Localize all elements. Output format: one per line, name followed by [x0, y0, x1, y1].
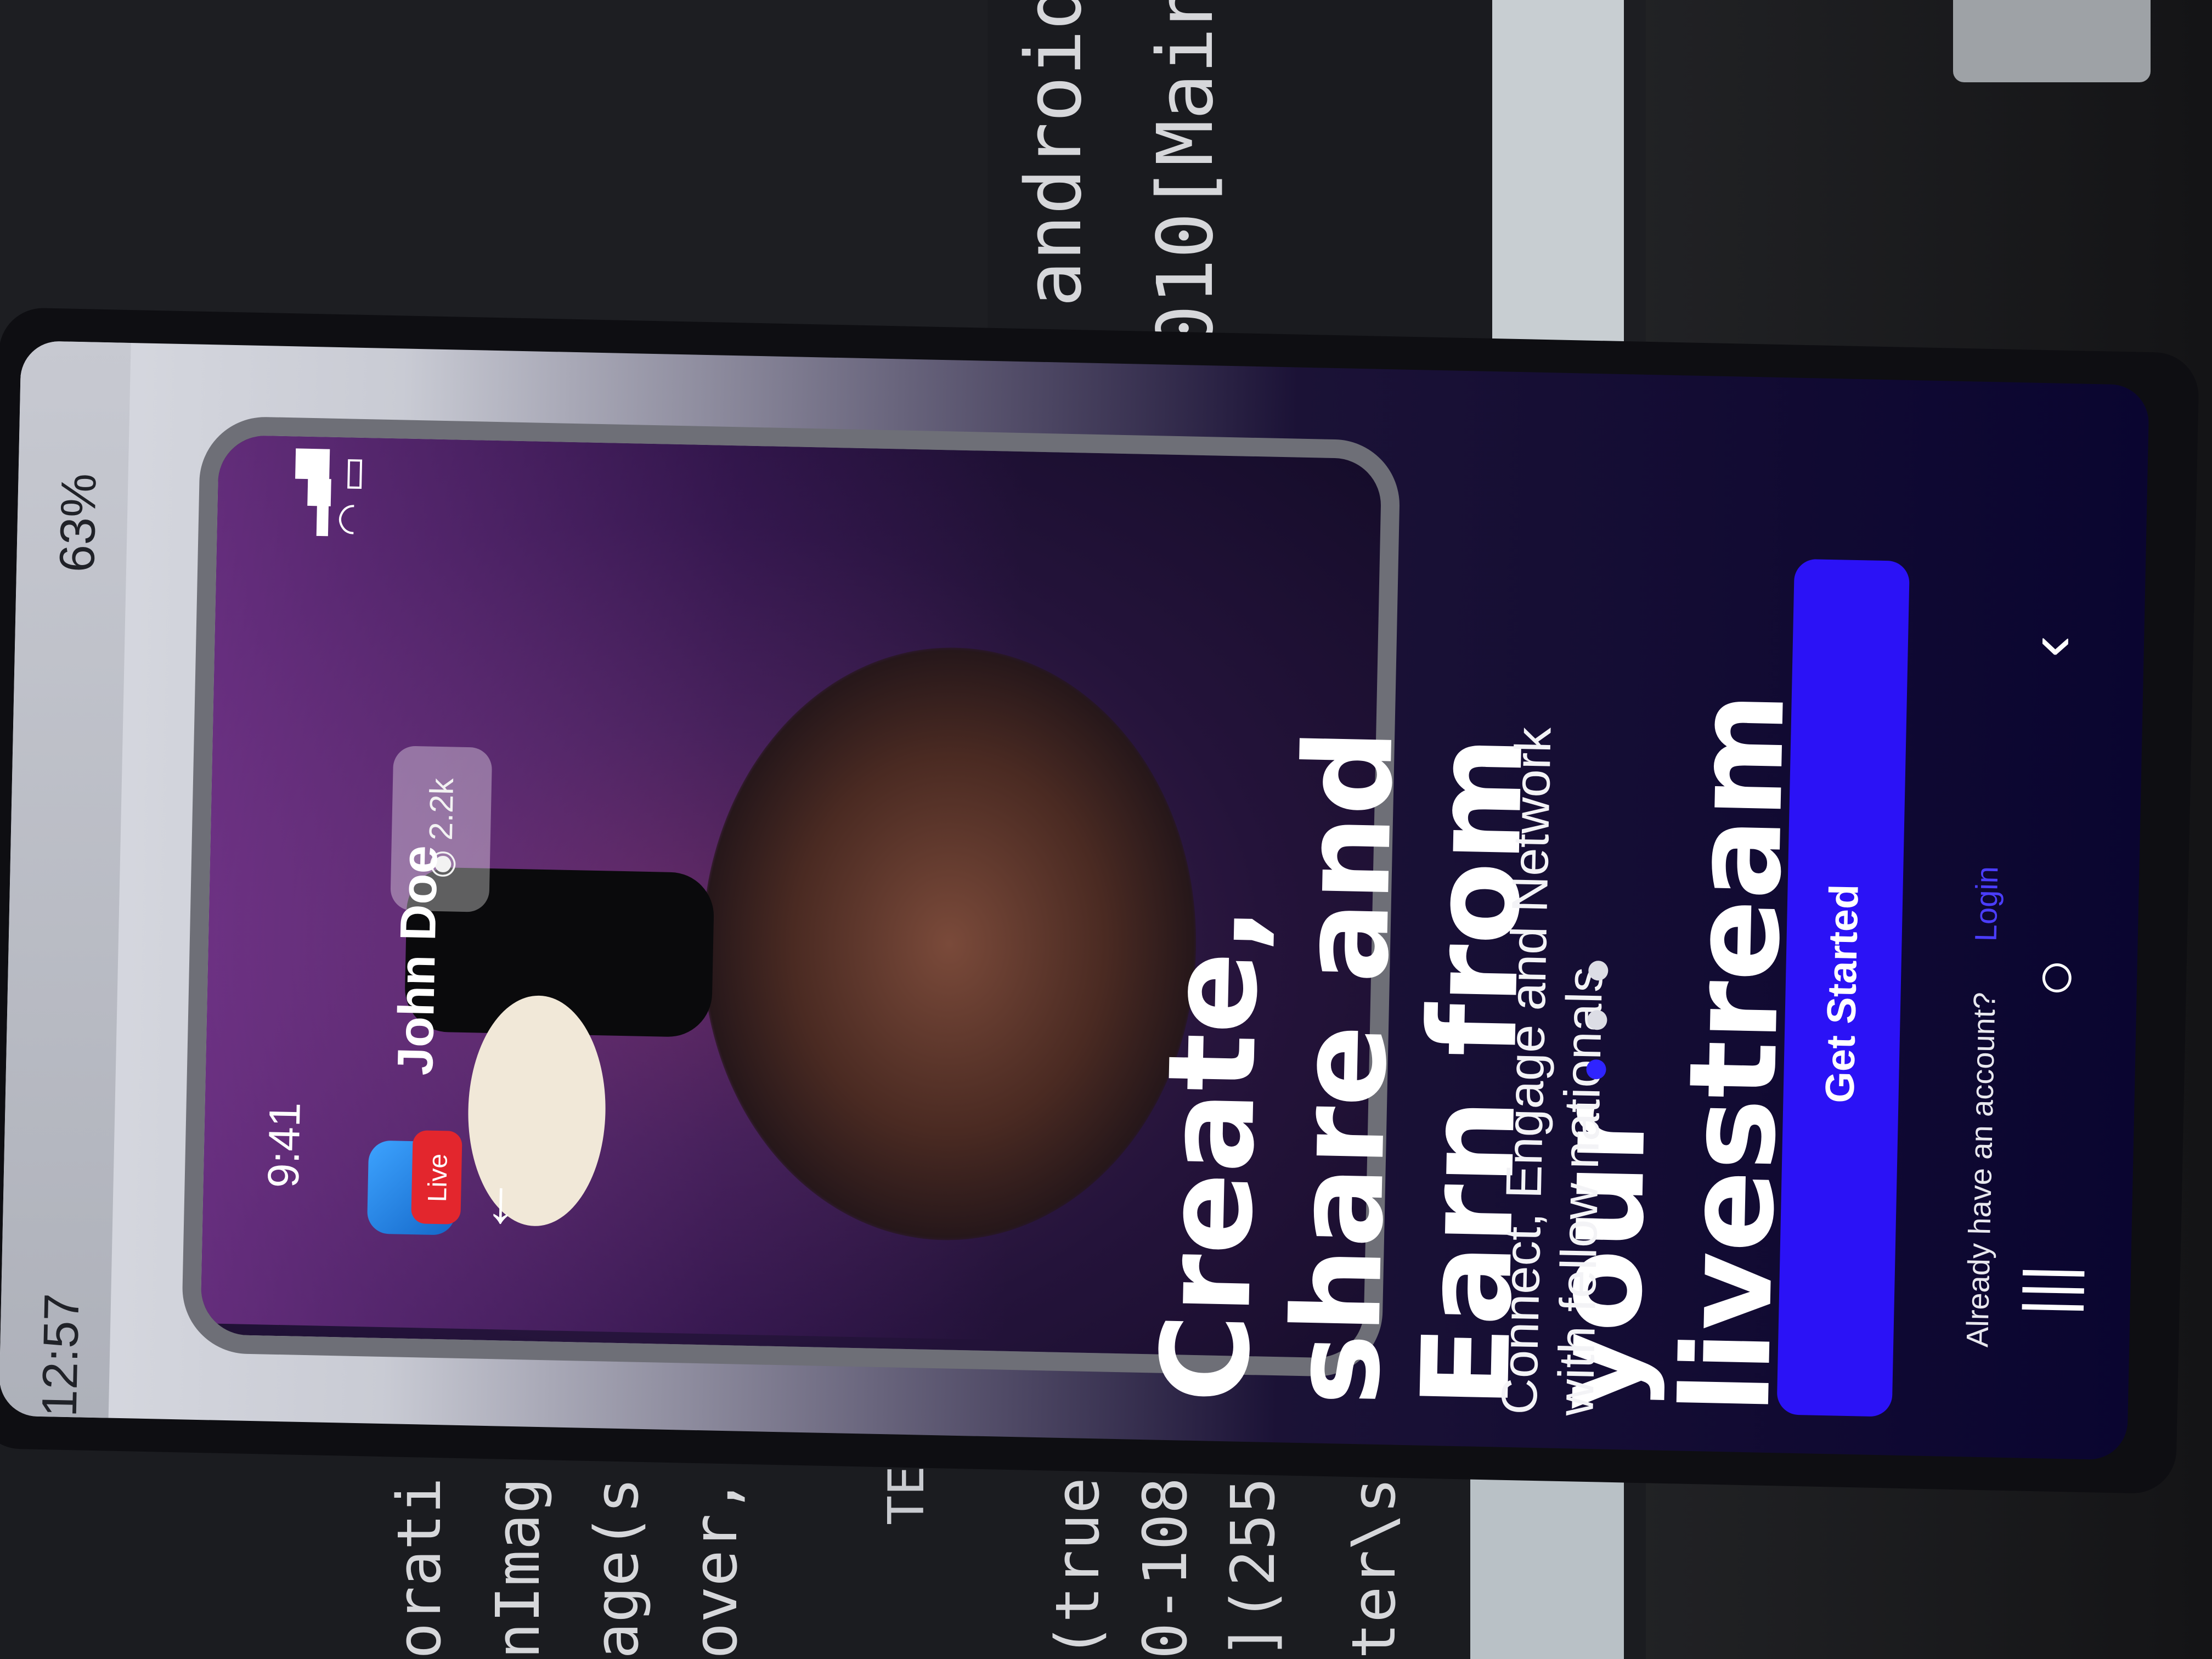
streamer-name: John Doe	[387, 845, 448, 1076]
code-line: 010[MainAc	[1141, 0, 1231, 351]
status-bar: 12:57 63%	[0, 340, 131, 1418]
page-indicator	[1584, 950, 1622, 1170]
code-line: age(s	[582, 1477, 652, 1659]
live-label: Live	[423, 1153, 453, 1203]
side-panel	[1492, 0, 1624, 351]
code-line: over,	[680, 1477, 751, 1659]
status-time: 12:57	[32, 1293, 90, 1418]
login-link[interactable]: Login	[1968, 866, 2005, 941]
page-dot[interactable]	[1588, 960, 1609, 981]
code-line: nImag	[483, 1477, 553, 1659]
code-line: orati	[384, 1477, 454, 1659]
page-dot[interactable]	[1587, 1009, 1607, 1030]
arrow-left-icon[interactable]: ←	[455, 1164, 528, 1237]
back-icon[interactable]: ‹	[2012, 635, 2088, 658]
phone-screen: 12:57 63% ▂▄▆ ◠ ▭ 9:41 ◉ 2.2k John Doe L…	[0, 340, 2149, 1460]
recent-apps-icon[interactable]: |||	[2009, 1264, 2086, 1317]
signal-wifi-battery-icon: ▂▄▆ ◠ ▭	[284, 448, 374, 537]
code-line: android.F	[1009, 0, 1099, 307]
page-dot-active[interactable]	[1586, 1059, 1606, 1080]
phone-device: 12:57 63% ▂▄▆ ◠ ▭ 9:41 ◉ 2.2k John Doe L…	[0, 307, 2200, 1494]
code-line: 0-108	[1130, 1477, 1200, 1659]
code-line: (true)	[1042, 1441, 1113, 1659]
onboarding-headline: Create, share and Earn from your livestr…	[1135, 690, 1812, 1415]
viewer-count-value: 2.2k	[422, 777, 461, 841]
mock-status-time: 9:41	[258, 1102, 309, 1189]
get-started-label: Get Started	[1816, 883, 1867, 1104]
laptop-hinge	[1953, 0, 2151, 82]
already-have-account-text: Already have an account?	[1960, 991, 2002, 1348]
home-icon[interactable]: ○	[2016, 957, 2092, 998]
battery-level: 63%	[49, 472, 107, 573]
